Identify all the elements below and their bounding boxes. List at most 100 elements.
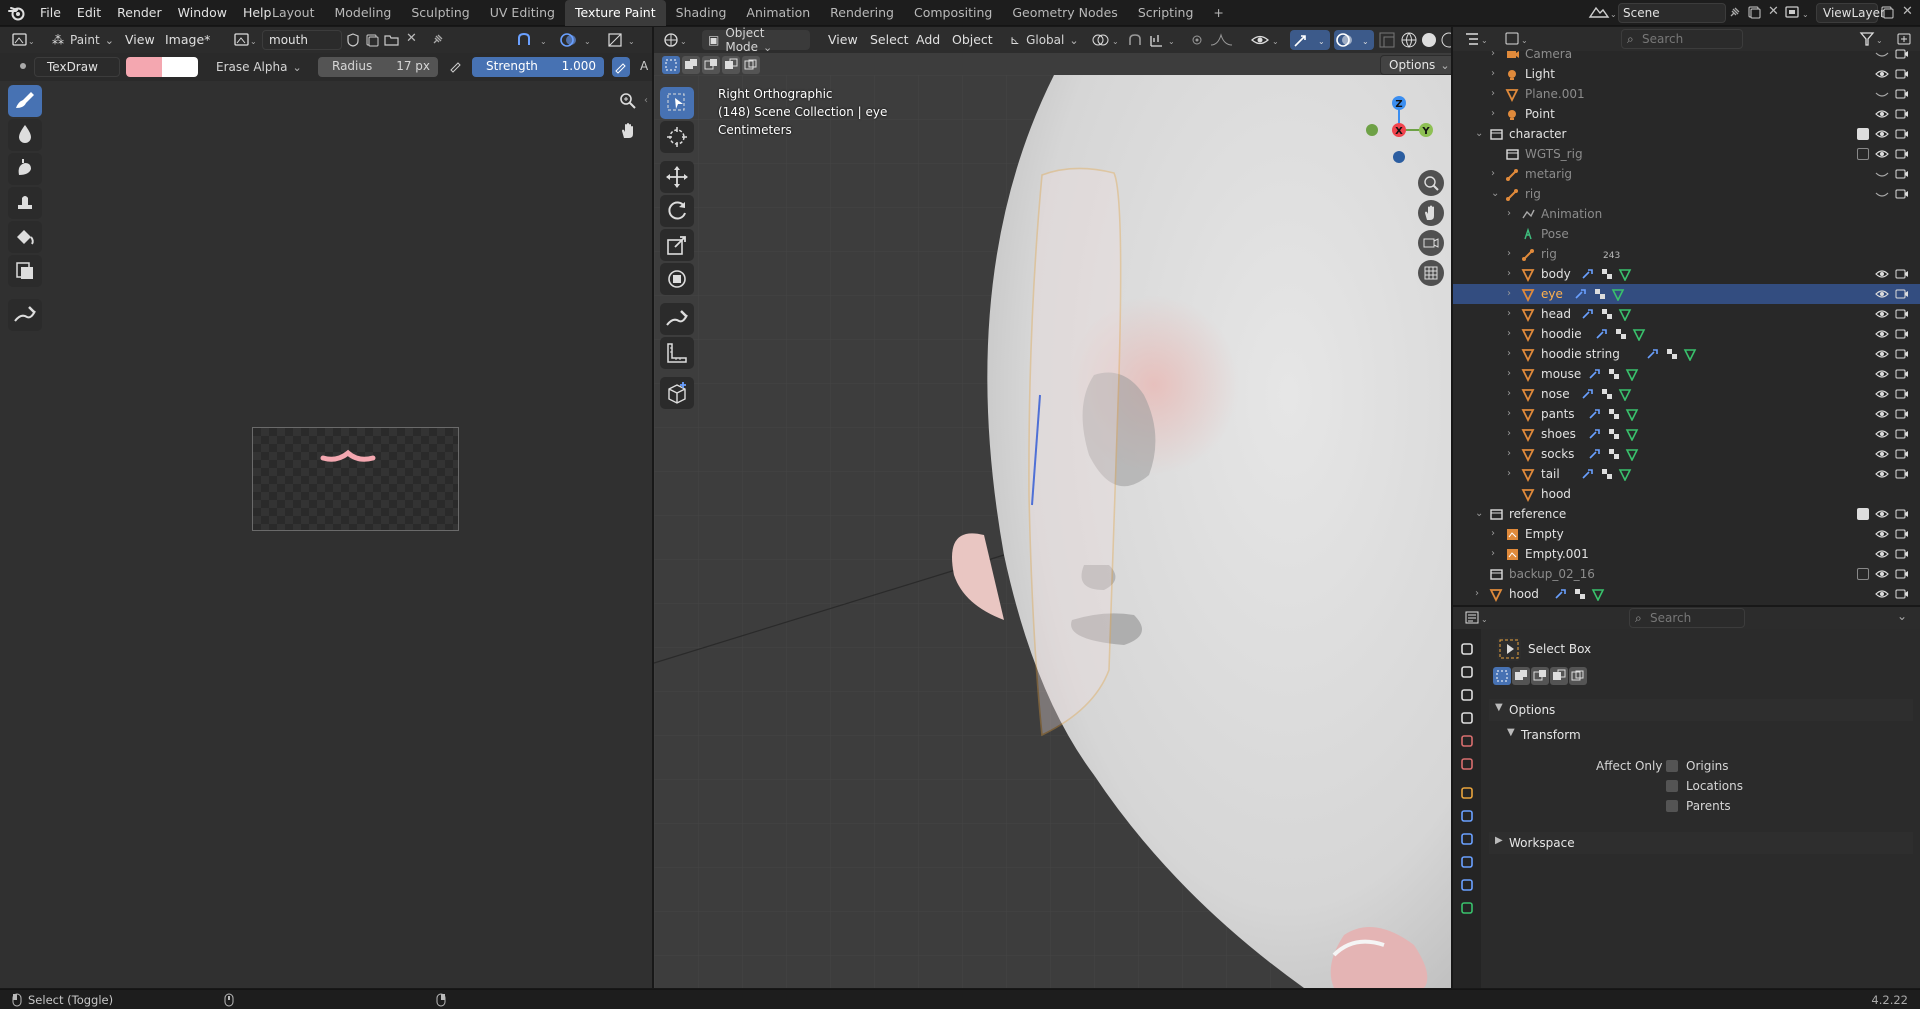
select-new-icon[interactable] — [662, 56, 680, 74]
rotate-icon[interactable] — [660, 195, 694, 227]
checkbox-locations[interactable]: Locations — [1666, 777, 1806, 795]
select-extend-icon[interactable] — [682, 56, 700, 74]
outliner-row-tail[interactable]: › tail — [1453, 464, 1920, 484]
visibility-hidden-icon[interactable] — [1875, 187, 1889, 201]
expand-arrow-icon[interactable]: › — [1491, 164, 1495, 184]
outliner-row-hood[interactable]: hood — [1453, 484, 1920, 504]
navigation-gizmo[interactable]: Z Y X — [1354, 85, 1444, 175]
fill-brush-icon[interactable] — [8, 221, 42, 253]
properties-search-input[interactable]: ⌕ Search — [1629, 608, 1745, 628]
visibility-eye-icon[interactable] — [1875, 127, 1889, 141]
expand-arrow-icon[interactable]: › — [1491, 544, 1495, 564]
expand-arrow-icon[interactable]: › — [1507, 324, 1511, 344]
visibility-eye-icon[interactable] — [1875, 327, 1889, 341]
expand-arrow-icon[interactable]: › — [1507, 384, 1511, 404]
workspace-tab-layout[interactable]: Layout — [262, 0, 325, 26]
render-camera-icon[interactable] — [1895, 587, 1909, 601]
render-camera-icon[interactable] — [1895, 447, 1909, 461]
checkbox-origins[interactable]: Origins — [1666, 757, 1806, 775]
expand-arrow-icon[interactable]: ⌄ — [1475, 504, 1483, 524]
prop-select-subtract-icon[interactable] — [1531, 667, 1549, 685]
exclude-checkbox[interactable] — [1857, 568, 1869, 580]
render-camera-icon[interactable] — [1895, 367, 1909, 381]
outliner-row-hood[interactable]: › hood — [1453, 584, 1920, 604]
properties-tab-constraints-icon[interactable] — [1457, 875, 1477, 895]
expand-arrow-icon[interactable]: › — [1507, 244, 1511, 264]
mask-brush-icon[interactable] — [8, 255, 42, 287]
radius-pressure-icon[interactable] — [448, 59, 462, 73]
mesh-data-icon[interactable] — [1591, 587, 1605, 601]
checkbox-box[interactable] — [1666, 760, 1678, 772]
move-icon[interactable] — [660, 161, 694, 193]
menu-render[interactable]: Render — [109, 0, 170, 26]
mesh-data-icon[interactable] — [1632, 327, 1646, 341]
expand-arrow-icon[interactable]: › — [1507, 424, 1511, 444]
properties-tab-scene-icon[interactable] — [1457, 731, 1477, 751]
visibility-eye-icon[interactable] — [1875, 547, 1889, 561]
visibility-eye-icon[interactable] — [1875, 387, 1889, 401]
prop-select-invert-icon[interactable] — [1550, 667, 1568, 685]
visibility-eye-icon[interactable] — [1875, 527, 1889, 541]
outliner-row-hoodie[interactable]: › hoodie — [1453, 324, 1920, 344]
snap-target-icon[interactable]: ⌄ — [1148, 30, 1182, 50]
view-layer-selector[interactable]: ViewLayer — [1816, 3, 1885, 23]
expand-arrow-icon[interactable]: › — [1491, 64, 1495, 84]
render-camera-icon[interactable] — [1895, 307, 1909, 321]
mesh-data-icon[interactable] — [1618, 267, 1632, 281]
modifier-icon[interactable] — [1587, 427, 1603, 441]
annotate-tool-icon[interactable] — [8, 299, 42, 331]
exclude-checkbox[interactable] — [1857, 148, 1869, 160]
menu-window[interactable]: Window — [170, 0, 235, 26]
display-channels-icon[interactable]: ⌄ — [606, 30, 642, 50]
outliner-row-pose[interactable]: Pose — [1453, 224, 1920, 244]
vertex-group-icon[interactable] — [1600, 307, 1614, 321]
scale-icon[interactable] — [660, 229, 694, 261]
annotate-icon[interactable] — [660, 303, 694, 335]
modifier-icon[interactable] — [1580, 387, 1596, 401]
expand-arrow-icon[interactable]: › — [1491, 44, 1495, 64]
properties-tab-data-icon[interactable] — [1457, 898, 1477, 918]
outliner-row-rig[interactable]: › rig 243 — [1453, 244, 1920, 264]
mesh-data-icon[interactable] — [1625, 427, 1639, 441]
workspace-tab-modeling[interactable]: Modeling — [325, 0, 402, 26]
3d-viewport[interactable]: ⌄ ▣Object Mode View Select Add Object ⊾G… — [654, 27, 1451, 988]
render-camera-icon[interactable] — [1895, 67, 1909, 81]
viewport-type-icon[interactable]: ⌄ — [662, 30, 692, 50]
outliner-row-character[interactable]: ⌄ character — [1453, 124, 1920, 144]
prop-select-new-icon[interactable] — [1493, 667, 1511, 685]
vertex-group-icon[interactable] — [1600, 267, 1614, 281]
solid-shading-icon[interactable] — [1420, 31, 1438, 49]
render-camera-icon[interactable] — [1895, 507, 1909, 521]
visibility-eye-icon[interactable] — [1875, 347, 1889, 361]
strength-pressure-icon[interactable] — [612, 57, 630, 77]
outliner-row-point[interactable]: › Point — [1453, 104, 1920, 124]
image-name-field[interactable]: mouth — [262, 30, 342, 50]
visibility-eye-icon[interactable] — [1875, 427, 1889, 441]
render-camera-icon[interactable] — [1895, 427, 1909, 441]
outliner-row-light[interactable]: › Light — [1453, 64, 1920, 84]
expand-arrow-icon[interactable]: › — [1491, 84, 1495, 104]
outliner-row-head[interactable]: › head — [1453, 304, 1920, 324]
new-scene-icon[interactable] — [1747, 5, 1761, 19]
transform-subpanel-header[interactable]: ▼ Transform — [1501, 724, 1913, 746]
workspace-tab-shading[interactable]: Shading — [666, 0, 737, 26]
outliner-row-mouse[interactable]: › mouse — [1453, 364, 1920, 384]
add-cube-icon[interactable] — [660, 377, 694, 409]
properties-options-icon[interactable]: ⌄ — [1897, 609, 1907, 623]
transform-orientation-dropdown[interactable]: ⊾ Global — [1006, 30, 1084, 50]
visibility-eye-icon[interactable] — [1875, 567, 1889, 581]
vertex-group-icon[interactable] — [1600, 467, 1614, 481]
brush-name-field[interactable]: TexDraw — [34, 57, 120, 77]
workspace-tab-rendering[interactable]: Rendering — [820, 0, 904, 26]
workspace-tab-uv-editing[interactable]: UV Editing — [480, 0, 565, 26]
outliner-row-shoes[interactable]: › shoes — [1453, 424, 1920, 444]
properties-tab-modifier-icon[interactable] — [1457, 806, 1477, 826]
mesh-data-icon[interactable] — [1618, 467, 1632, 481]
menu-view[interactable]: View — [117, 32, 163, 47]
visibility-eye-icon[interactable] — [1875, 447, 1889, 461]
checkbox-parents[interactable]: Parents — [1666, 797, 1806, 815]
workspace-tab-texture-paint[interactable]: Texture Paint — [564, 0, 666, 26]
render-camera-icon[interactable] — [1895, 147, 1909, 161]
expand-arrow-icon[interactable]: › — [1507, 304, 1511, 324]
image-canvas[interactable] — [252, 427, 459, 531]
